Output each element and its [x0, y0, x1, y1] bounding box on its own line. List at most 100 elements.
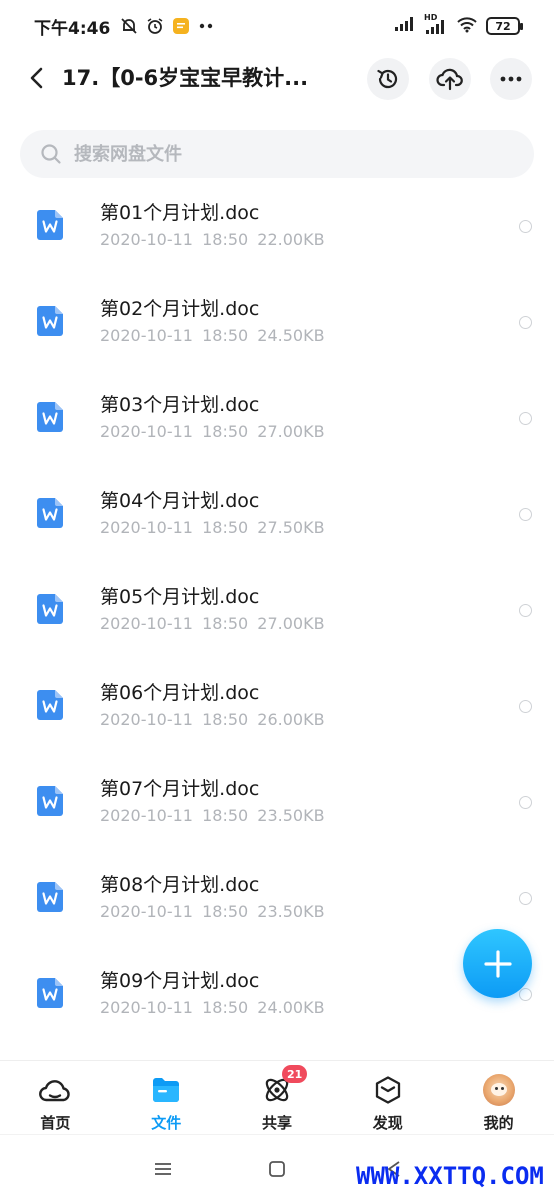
file-size: 23.50KB — [257, 806, 325, 825]
status-time: 下午4:46 — [34, 18, 111, 39]
menu-button[interactable] — [153, 1159, 173, 1179]
file-date: 2020-10-11 — [100, 902, 193, 921]
file-meta: 2020-10-11 18:50 27.00KB — [100, 422, 325, 441]
tab-label: 我的 — [483, 1114, 514, 1132]
file-name: 第05个月计划.doc — [100, 586, 260, 608]
file-date: 2020-10-11 — [100, 614, 193, 633]
word-doc-icon — [37, 882, 63, 912]
file-size: 27.00KB — [257, 614, 325, 633]
file-time: 18:50 — [202, 230, 249, 249]
file-name: 第02个月计划.doc — [100, 298, 260, 320]
file-row[interactable]: 第08个月计划.doc 2020-10-11 18:50 23.50KB — [0, 850, 554, 946]
mute-bell-icon — [120, 17, 138, 35]
user-avatar — [482, 1074, 515, 1106]
more-dots-icon — [500, 76, 522, 82]
word-doc-icon — [37, 690, 63, 720]
tab-files[interactable]: 文件 — [111, 1061, 222, 1134]
home-square-icon — [269, 1161, 285, 1177]
tab-label: 共享 — [261, 1114, 292, 1132]
bottom-navigation: 首页 文件 21 共享 发现 我的 — [0, 1060, 554, 1134]
back-button[interactable] — [22, 62, 50, 94]
history-button[interactable] — [367, 58, 409, 100]
file-row[interactable]: 第06个月计划.doc 2020-10-11 18:50 26.00KB — [0, 658, 554, 754]
select-radio[interactable] — [519, 508, 532, 521]
select-radio[interactable] — [519, 796, 532, 809]
file-size: 26.00KB — [257, 710, 325, 729]
file-date: 2020-10-11 — [100, 422, 193, 441]
cloud-home-icon — [38, 1073, 72, 1107]
file-meta: 2020-10-11 18:50 24.50KB — [100, 326, 325, 345]
file-row[interactable]: 第03个月计划.doc 2020-10-11 18:50 27.00KB — [0, 370, 554, 466]
file-meta: 2020-10-11 18:50 27.50KB — [100, 518, 325, 537]
file-date: 2020-10-11 — [100, 998, 193, 1017]
select-radio[interactable] — [519, 700, 532, 713]
file-row[interactable]: 第05个月计划.doc 2020-10-11 18:50 27.00KB — [0, 562, 554, 658]
select-radio[interactable] — [519, 892, 532, 905]
file-meta: 2020-10-11 18:50 23.50KB — [100, 806, 325, 825]
word-doc-icon — [37, 210, 63, 240]
file-row[interactable]: 第01个月计划.doc 2020-10-11 18:50 22.00KB — [0, 178, 554, 274]
file-time: 18:50 — [202, 518, 249, 537]
cloud-upload-button[interactable] — [429, 58, 471, 100]
word-doc-icon — [37, 498, 63, 528]
file-time: 18:50 — [202, 902, 249, 921]
tab-mine[interactable]: 我的 — [443, 1061, 554, 1134]
page-title: 17.【0-6岁宝宝早教计... — [62, 66, 309, 90]
search-input[interactable] — [74, 143, 494, 165]
file-size: 27.00KB — [257, 422, 325, 441]
file-date: 2020-10-11 — [100, 710, 193, 729]
menu-lines-icon — [155, 1163, 171, 1175]
top-bar: 17.【0-6岁宝宝早教计... — [0, 52, 554, 104]
file-meta: 2020-10-11 18:50 22.00KB — [100, 230, 325, 249]
file-date: 2020-10-11 — [100, 326, 193, 345]
file-name: 第03个月计划.doc — [100, 394, 260, 416]
more-options-button[interactable] — [490, 58, 532, 100]
file-time: 18:50 — [202, 710, 249, 729]
share-badge: 21 — [281, 1065, 308, 1083]
file-meta: 2020-10-11 18:50 24.00KB — [100, 998, 325, 1017]
folder-icon — [149, 1073, 183, 1107]
file-size: 27.50KB — [257, 518, 325, 537]
file-row[interactable]: 第07个月计划.doc 2020-10-11 18:50 23.50KB — [0, 754, 554, 850]
tab-discover[interactable]: 发现 — [332, 1061, 443, 1134]
file-name: 第08个月计划.doc — [100, 874, 260, 896]
status-bar: 下午4:46 HD 72 — [0, 0, 554, 52]
avatar — [482, 1073, 516, 1107]
file-date: 2020-10-11 — [100, 518, 193, 537]
file-name: 第07个月计划.doc — [100, 778, 260, 800]
tab-label: 发现 — [372, 1114, 403, 1132]
file-row[interactable]: 第04个月计划.doc 2020-10-11 18:50 27.50KB — [0, 466, 554, 562]
more-notifications-icon — [198, 23, 214, 29]
notes-app-icon — [172, 17, 190, 35]
home-button[interactable] — [267, 1159, 287, 1179]
file-meta: 2020-10-11 18:50 26.00KB — [100, 710, 325, 729]
select-radio[interactable] — [519, 220, 532, 233]
word-doc-icon — [37, 306, 63, 336]
add-button[interactable] — [463, 929, 532, 998]
file-size: 23.50KB — [257, 902, 325, 921]
select-radio[interactable] — [519, 316, 532, 329]
file-row[interactable]: 第02个月计划.doc 2020-10-11 18:50 24.50KB — [0, 274, 554, 370]
file-name: 第06个月计划.doc — [100, 682, 260, 704]
select-radio[interactable] — [519, 412, 532, 425]
select-radio[interactable] — [519, 988, 532, 1001]
tab-home[interactable]: 首页 — [0, 1061, 111, 1134]
file-date: 2020-10-11 — [100, 806, 193, 825]
history-icon — [377, 69, 398, 89]
file-time: 18:50 — [202, 422, 249, 441]
file-time: 18:50 — [202, 326, 249, 345]
file-name: 第04个月计划.doc — [100, 490, 260, 512]
atom-share-icon: 21 — [260, 1065, 308, 1107]
file-size: 24.50KB — [257, 326, 325, 345]
select-radio[interactable] — [519, 604, 532, 617]
search-icon — [41, 144, 61, 164]
plus-icon — [483, 949, 512, 978]
tab-share[interactable]: 21 共享 — [222, 1061, 333, 1134]
signal-icon — [394, 16, 416, 37]
cube-discover-icon — [371, 1073, 405, 1107]
cloud-upload-icon — [436, 68, 463, 91]
search-bar[interactable] — [20, 130, 534, 178]
file-name: 第01个月计划.doc — [100, 202, 260, 224]
tab-label: 文件 — [151, 1114, 182, 1132]
file-name: 第09个月计划.doc — [100, 970, 260, 992]
